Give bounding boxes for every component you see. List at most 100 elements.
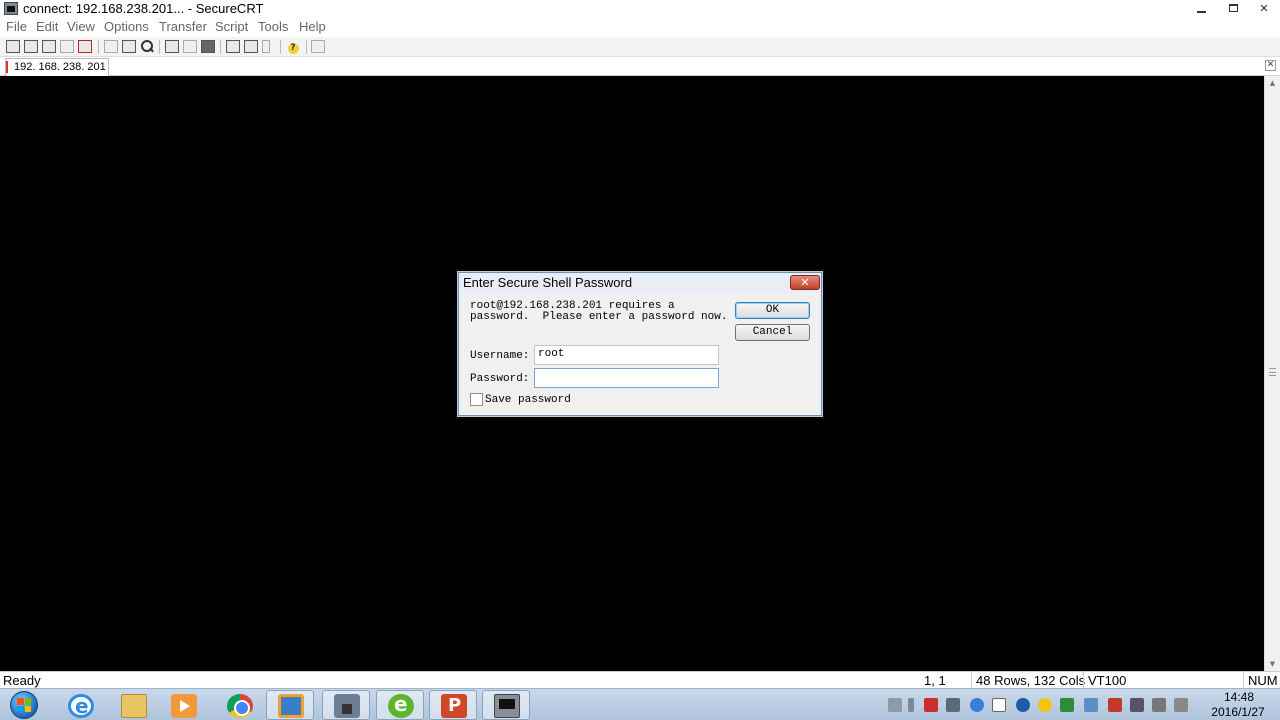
window-title: connect: 192.168.238.201... - SecureCRT — [23, 1, 264, 16]
menu-transfer[interactable]: Transfer — [159, 19, 207, 34]
scroll-down-arrow-icon[interactable]: ▼ — [1265, 657, 1280, 671]
toolbar-separator — [159, 40, 160, 54]
dialog-close-button[interactable]: ✕ — [790, 275, 820, 290]
menu-help[interactable]: Help — [299, 19, 326, 34]
cancel-button[interactable]: Cancel — [735, 324, 810, 341]
antivirus-shield-icon[interactable] — [1060, 698, 1074, 712]
taskbar-file-explorer[interactable] — [109, 690, 157, 720]
windows-flag-tray-icon[interactable] — [992, 698, 1006, 712]
ssh-password-dialog: Enter Secure Shell Password ✕ root@192.1… — [458, 272, 822, 416]
help-icon[interactable]: ? — [286, 40, 300, 54]
taskbar-powerpoint[interactable] — [429, 690, 477, 720]
taskbar-media-player[interactable] — [159, 690, 207, 720]
green-browser-icon — [388, 692, 414, 718]
start-button[interactable] — [7, 691, 41, 719]
printer-icon[interactable] — [201, 40, 215, 53]
print-selection-icon[interactable] — [183, 40, 197, 53]
paste-icon[interactable] — [122, 40, 136, 53]
global-options-icon[interactable] — [244, 40, 258, 53]
disconnect-icon[interactable] — [78, 40, 92, 53]
emulation-mode: VT100 — [1083, 672, 1126, 688]
taskbar-vmware[interactable] — [266, 690, 314, 720]
connect-in-tab-icon[interactable] — [42, 40, 56, 53]
session-options-icon[interactable] — [226, 40, 240, 53]
cursor-position: 1, 1 — [924, 673, 946, 688]
toolbar: ? — [0, 37, 1280, 57]
find-icon[interactable] — [140, 40, 154, 53]
status-bar: Ready 1, 1 48 Rows, 132 Cols VT100 NUM — [0, 671, 1280, 688]
username-field[interactable]: root — [534, 345, 719, 365]
bluetooth-icon[interactable] — [1016, 698, 1030, 712]
network-manager-icon[interactable] — [946, 698, 960, 712]
status-ready-text: Ready — [3, 673, 41, 688]
dialog-title: Enter Secure Shell Password — [463, 275, 633, 290]
volume-mute-icon[interactable] — [1152, 698, 1166, 712]
power-icon[interactable] — [1130, 698, 1144, 712]
signal-strength-icon[interactable] — [1174, 698, 1188, 712]
toolbar-separator — [306, 40, 307, 54]
terminal-scrollbar[interactable]: ▲ ▼ — [1264, 76, 1280, 671]
ok-button[interactable]: OK — [735, 302, 810, 319]
quick-connect-icon[interactable] — [24, 40, 38, 53]
session-tab-bar: 192. 168. 238. 201 ✕ — [0, 57, 1280, 76]
connect-icon[interactable] — [6, 40, 20, 53]
tray-arrow-icon[interactable] — [908, 698, 914, 712]
reconnect-icon[interactable] — [60, 40, 74, 53]
menu-script[interactable]: Script — [215, 19, 248, 34]
copy-icon[interactable] — [104, 40, 118, 53]
dialog-title-bar[interactable]: Enter Secure Shell Password ✕ — [459, 273, 821, 293]
clock-date[interactable]: 2016/1/27 — [1200, 705, 1276, 719]
menu-edit[interactable]: Edit — [36, 19, 58, 34]
keymap-icon[interactable] — [311, 40, 325, 53]
powerpoint-icon — [441, 694, 467, 718]
action-center-flag-icon[interactable] — [1108, 698, 1122, 712]
taskbar-securecrt[interactable] — [482, 690, 530, 720]
restore-icon — [1228, 4, 1238, 12]
scroll-up-arrow-icon[interactable]: ▲ — [1265, 76, 1280, 90]
terminal-size: 48 Rows, 132 Cols — [971, 672, 1085, 688]
lock-icon — [334, 694, 360, 718]
toolbar-separator — [220, 40, 221, 54]
taskbar-chrome[interactable] — [215, 690, 263, 720]
num-lock-indicator: NUM — [1243, 672, 1278, 688]
taskbar-green-browser[interactable] — [376, 690, 424, 720]
username-label: Username: — [470, 350, 530, 362]
menu-bar: File Edit View Options Transfer Script T… — [0, 18, 1280, 37]
internet-explorer-icon — [68, 694, 94, 718]
securecrt-app-icon[interactable] — [4, 2, 18, 15]
display-icon[interactable] — [1084, 698, 1098, 712]
dialog-message-line2: password. Please enter a password now. — [470, 311, 728, 323]
sftp-icon[interactable] — [262, 40, 270, 53]
taskbar: 14:48 2016/1/27 — [0, 688, 1280, 720]
clock-time[interactable]: 14:48 — [1208, 690, 1270, 704]
session-tab[interactable]: 192. 168. 238. 201 — [5, 58, 109, 76]
session-status-indicator — [6, 61, 8, 73]
taskbar-security-app[interactable] — [322, 690, 370, 720]
close-tab-icon[interactable]: ✕ — [1265, 60, 1276, 71]
menu-options[interactable]: Options — [104, 19, 149, 34]
taskbar-internet-explorer[interactable] — [56, 690, 104, 720]
keyboard-icon[interactable] — [888, 698, 902, 712]
menu-tools[interactable]: Tools — [258, 19, 288, 34]
scroll-grip-icon — [1269, 368, 1276, 376]
restore-button[interactable] — [1221, 2, 1245, 16]
save-password-checkbox[interactable] — [470, 393, 483, 406]
security-plus-icon[interactable] — [1038, 698, 1052, 712]
dialog-message: root@192.168.238.201 requires a password… — [470, 301, 727, 323]
vmware-icon — [278, 694, 304, 718]
print-screen-icon[interactable] — [165, 40, 179, 53]
chrome-icon — [227, 694, 253, 718]
menu-view[interactable]: View — [67, 19, 95, 34]
menu-file[interactable]: File — [6, 19, 27, 34]
save-password-label[interactable]: Save password — [485, 394, 571, 406]
password-field[interactable] — [534, 368, 719, 388]
tray-app-red-icon[interactable] — [924, 698, 938, 712]
minimize-icon — [1196, 11, 1206, 13]
securecrt-icon — [494, 694, 520, 718]
minimize-button[interactable] — [1189, 2, 1213, 16]
shield-blue-icon[interactable] — [970, 698, 984, 712]
password-label: Password: — [470, 373, 530, 385]
close-window-button[interactable]: ✕ — [1252, 2, 1276, 16]
dialog-body: root@192.168.238.201 requires a password… — [459, 293, 821, 415]
title-bar: connect: 192.168.238.201... - SecureCRT … — [0, 0, 1280, 18]
